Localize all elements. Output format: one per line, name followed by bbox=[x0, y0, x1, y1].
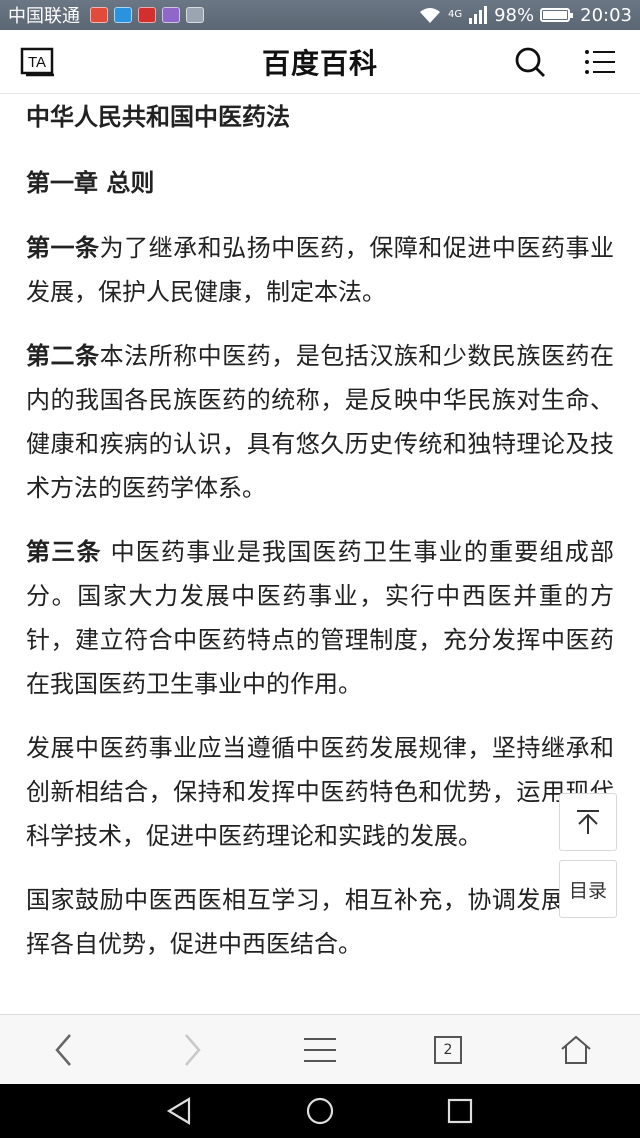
notification-icons bbox=[90, 7, 204, 23]
home-icon bbox=[561, 1035, 591, 1064]
gallery-notification-icon bbox=[162, 7, 180, 23]
article-2: 第二条本法所称中医药，是包括汉族和少数民族医药在内的我国各民族医药的统称，是反映… bbox=[26, 334, 614, 510]
chevron-left-icon bbox=[55, 1033, 71, 1066]
home-button[interactable] bbox=[512, 1015, 640, 1085]
chapter-heading: 第一章 总则 bbox=[26, 169, 155, 197]
search-button[interactable] bbox=[512, 44, 548, 80]
arrow-up-icon bbox=[577, 810, 599, 834]
article-3-label: 第三条 bbox=[26, 538, 102, 566]
forward-button[interactable] bbox=[128, 1015, 256, 1085]
browser-menu-button[interactable] bbox=[256, 1015, 384, 1085]
chevron-right-icon bbox=[185, 1033, 201, 1066]
article-2-text: 本法所称中医药，是包括汉族和少数民族医药在内的我国各民族医药的统称，是反映中华民… bbox=[26, 342, 615, 502]
article-2-label: 第二条 bbox=[26, 342, 100, 370]
article-3-text: 中医药事业是我国医药卫生事业的重要组成部分。国家大力发展中医药事业，实行中西医并… bbox=[26, 538, 614, 698]
tabs-button[interactable]: 2 bbox=[384, 1015, 512, 1085]
carrier-name: 中国联通 bbox=[8, 6, 80, 27]
toc-button[interactable]: 目录 bbox=[559, 860, 617, 918]
nav-back-icon[interactable] bbox=[165, 1096, 195, 1126]
browser-toolbar: 2 bbox=[0, 1014, 640, 1084]
font-size-icon: TA bbox=[20, 47, 54, 77]
app-header: TA 百度百科 bbox=[0, 30, 640, 94]
battery-icon bbox=[540, 8, 574, 22]
search-icon bbox=[515, 47, 545, 77]
hamburger-icon bbox=[304, 1037, 336, 1062]
chat-notification-icon bbox=[114, 7, 132, 23]
law-title: 中华人民共和国中医药法 bbox=[26, 103, 290, 131]
article-1-text: 为了继承和弘扬中医药，保障和促进中医药事业发展，保护人民健康，制定本法。 bbox=[26, 234, 615, 306]
back-button[interactable] bbox=[0, 1015, 128, 1085]
signal-icon bbox=[469, 6, 488, 24]
chrome-notification-icon bbox=[90, 7, 108, 23]
status-bar: 中国联通 4G 98% 20:03 bbox=[0, 0, 640, 30]
article-content: 中华人民共和国中医药法 第一章 总则 第一条为了继承和弘扬中医药，保障和促进中医… bbox=[0, 94, 640, 1014]
article-3: 第三条 中医药事业是我国医药卫生事业的重要组成部分。国家大力发展中医药事业，实行… bbox=[26, 530, 614, 706]
font-size-icon-text: TA bbox=[28, 54, 46, 71]
menu-list-icon bbox=[585, 50, 615, 74]
font-size-button[interactable]: TA bbox=[20, 44, 56, 80]
system-nav-bar bbox=[0, 1084, 640, 1138]
nav-home-icon[interactable] bbox=[305, 1096, 335, 1126]
paragraph-1: 发展中医药事业应当遵循中医药发展规律，坚持继承和创新相结合，保持和发挥中医药特色… bbox=[26, 734, 614, 850]
article-1-label: 第一条 bbox=[26, 234, 100, 262]
news-notification-icon bbox=[138, 7, 156, 23]
battery-percent: 98% bbox=[494, 4, 535, 26]
wifi-icon bbox=[419, 8, 440, 23]
nav-recents-icon[interactable] bbox=[445, 1096, 475, 1126]
menu-button[interactable] bbox=[582, 44, 618, 80]
article-1: 第一条为了继承和弘扬中医药，保障和促进中医药事业发展，保护人民健康，制定本法。 bbox=[26, 226, 614, 314]
tab-count: 2 bbox=[434, 1035, 462, 1064]
back-to-top-button[interactable] bbox=[559, 793, 617, 851]
network-type: 4G bbox=[447, 8, 463, 20]
font-app-notification-icon bbox=[186, 7, 204, 23]
paragraph-2: 国家鼓励中医西医相互学习，相互补充，协调发展，发挥各自优势，促进中西医结合。 bbox=[26, 886, 614, 958]
app-title: 百度百科 bbox=[261, 46, 378, 80]
clock: 20:03 bbox=[580, 4, 632, 26]
